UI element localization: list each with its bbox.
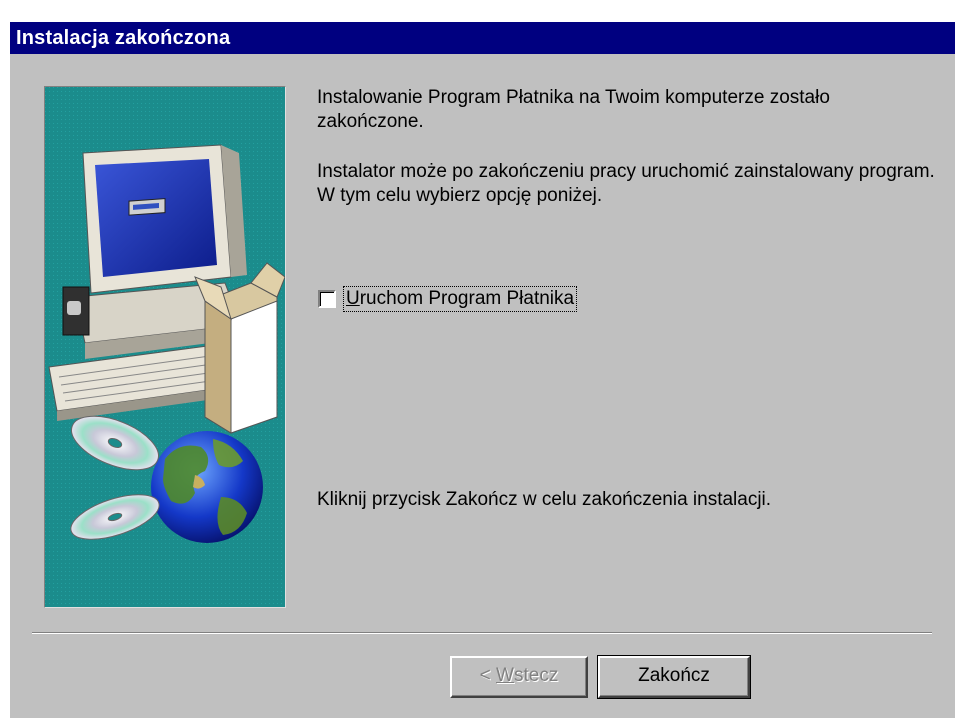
launch-program-option[interactable]: Uruchom Program Płatnika	[318, 286, 578, 312]
label-rest: ruchom Program Płatnika	[359, 288, 575, 309]
launch-program-label[interactable]: Uruchom Program Płatnika	[342, 286, 578, 312]
mnemonic-u: U	[346, 288, 360, 309]
monitor-icon	[82, 144, 247, 294]
finish-button[interactable]: Zakończ	[597, 655, 751, 699]
separator-line	[32, 632, 932, 634]
back-mnemonic: W	[496, 665, 514, 686]
globe-icon	[151, 431, 263, 543]
setup-dialog: Instalacja zakończona Instalowanie Progr…	[10, 22, 955, 718]
completion-message: Instalowanie Program Płatnika na Twoim k…	[317, 87, 830, 132]
back-prefix: <	[479, 665, 497, 686]
box-icon	[194, 262, 285, 434]
back-label-rest: stecz	[513, 665, 559, 686]
finish-instruction: Kliknij przycisk Zakończ w celu zakończe…	[317, 489, 772, 510]
launch-program-checkbox[interactable]	[318, 290, 336, 308]
launch-info-message: Instalator może po zakończeniu pracy uru…	[317, 161, 935, 206]
computer-illustration	[45, 87, 285, 607]
back-button[interactable]: < Wstecz	[450, 656, 588, 698]
dialog-title: Instalacja zakończona	[10, 22, 955, 54]
wizard-illustration	[44, 86, 286, 608]
